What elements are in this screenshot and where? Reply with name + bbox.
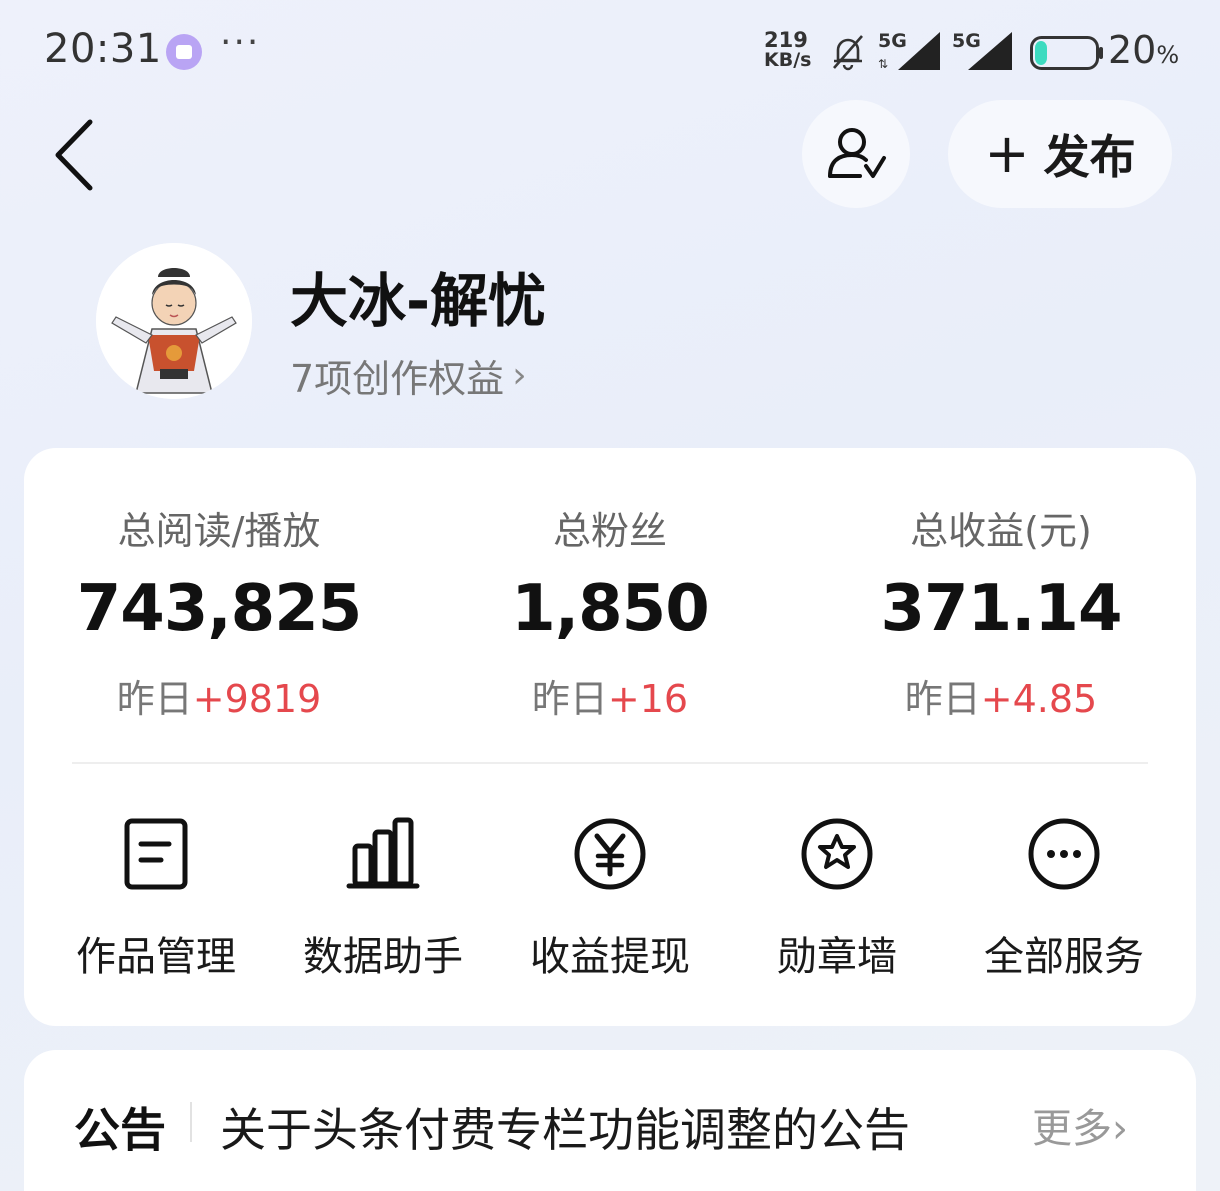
user-check-icon xyxy=(828,128,886,178)
document-icon xyxy=(124,818,188,890)
stat-label: 总阅读/播放 xyxy=(117,509,321,553)
notice-more-link[interactable]: 更多› xyxy=(1032,1096,1128,1154)
stat-delta: 昨日+4.85 xyxy=(806,668,1196,723)
status-time: 20:31 xyxy=(44,26,162,72)
network-speed: 219 KB/s xyxy=(764,28,812,71)
stat-delta-prefix: 昨日 xyxy=(904,677,981,721)
profile-switch-button[interactable] xyxy=(802,100,910,208)
badge-star-icon xyxy=(801,818,873,890)
notice-tag: 公告 xyxy=(74,1103,166,1157)
battery-value: 20 xyxy=(1108,28,1157,72)
divider xyxy=(72,762,1148,764)
service-works-management[interactable]: 作品管理 xyxy=(46,816,266,982)
service-badge-wall[interactable]: 勋章墙 xyxy=(727,816,947,982)
stat-value: 371.14 xyxy=(880,572,1123,646)
stat-label: 总收益(元) xyxy=(910,509,1092,553)
battery-unit: % xyxy=(1156,41,1180,69)
avatar[interactable] xyxy=(96,243,252,399)
stat-delta: 昨日+9819 xyxy=(24,668,414,723)
publish-button[interactable]: + 发布 xyxy=(948,100,1172,208)
more-icon xyxy=(1028,818,1100,890)
stat-label: 总粉丝 xyxy=(552,509,667,553)
publish-label: 发布 xyxy=(1043,130,1136,184)
stat-delta-value: +9819 xyxy=(192,677,322,721)
username: 大冰-解忧 xyxy=(290,267,547,335)
status-more-indicator: ··· xyxy=(220,22,261,63)
service-data-assistant[interactable]: 数据助手 xyxy=(273,816,493,982)
chevron-left-icon xyxy=(55,119,93,191)
yuan-icon xyxy=(574,818,646,890)
stat-delta: 昨日+16 xyxy=(415,668,805,723)
service-label: 勋章墙 xyxy=(777,934,897,980)
notice-text[interactable]: 关于头条付费专栏功能调整的公告 xyxy=(220,1094,910,1160)
shopping-bag-icon xyxy=(166,34,202,70)
creator-benefits-link[interactable]: 7项创作权益 › xyxy=(290,348,527,403)
service-label: 收益提现 xyxy=(530,934,690,980)
bar-chart-icon xyxy=(346,817,420,889)
network-speed-unit: KB/s xyxy=(764,49,812,71)
stat-delta-prefix: 昨日 xyxy=(531,677,608,721)
stat-value: 743,825 xyxy=(76,572,363,646)
stat-delta-prefix: 昨日 xyxy=(116,677,193,721)
avatar-illustration xyxy=(96,243,252,399)
service-label: 全部服务 xyxy=(984,934,1144,980)
plus-icon: + xyxy=(984,122,1030,185)
battery-icon xyxy=(1030,36,1103,70)
signal-5g-icon: 5G ⇅ xyxy=(878,30,942,70)
service-label: 作品管理 xyxy=(76,934,236,980)
signal-5g-icon: 5G xyxy=(952,30,1016,70)
bell-muted-icon xyxy=(833,35,863,71)
creator-benefits-label: 7项创作权益 xyxy=(290,357,505,401)
service-earnings-withdraw[interactable]: 收益提现 xyxy=(500,816,720,982)
status-bar: 20:31 ··· 219 KB/s 5G ⇅ 5G 20% xyxy=(0,0,1220,100)
stat-delta-value: +16 xyxy=(607,677,689,721)
notice-separator xyxy=(190,1102,192,1142)
chevron-right-icon: › xyxy=(512,355,527,396)
svg-text:⇅: ⇅ xyxy=(878,57,888,70)
notice-bar[interactable]: 公告 关于头条付费专栏功能调整的公告 更多› xyxy=(24,1050,1196,1191)
back-button[interactable] xyxy=(50,118,106,192)
service-all-services[interactable]: 全部服务 xyxy=(954,816,1174,982)
stat-delta-value: +4.85 xyxy=(980,677,1098,721)
battery-percentage: 20% xyxy=(1108,28,1179,72)
stat-value: 1,850 xyxy=(511,572,709,646)
stats-card: 总阅读/播放 743,825 昨日+9819 总粉丝 1,850 昨日+16 总… xyxy=(24,448,1196,1026)
network-speed-value: 219 xyxy=(764,28,808,52)
service-label: 数据助手 xyxy=(303,934,463,980)
